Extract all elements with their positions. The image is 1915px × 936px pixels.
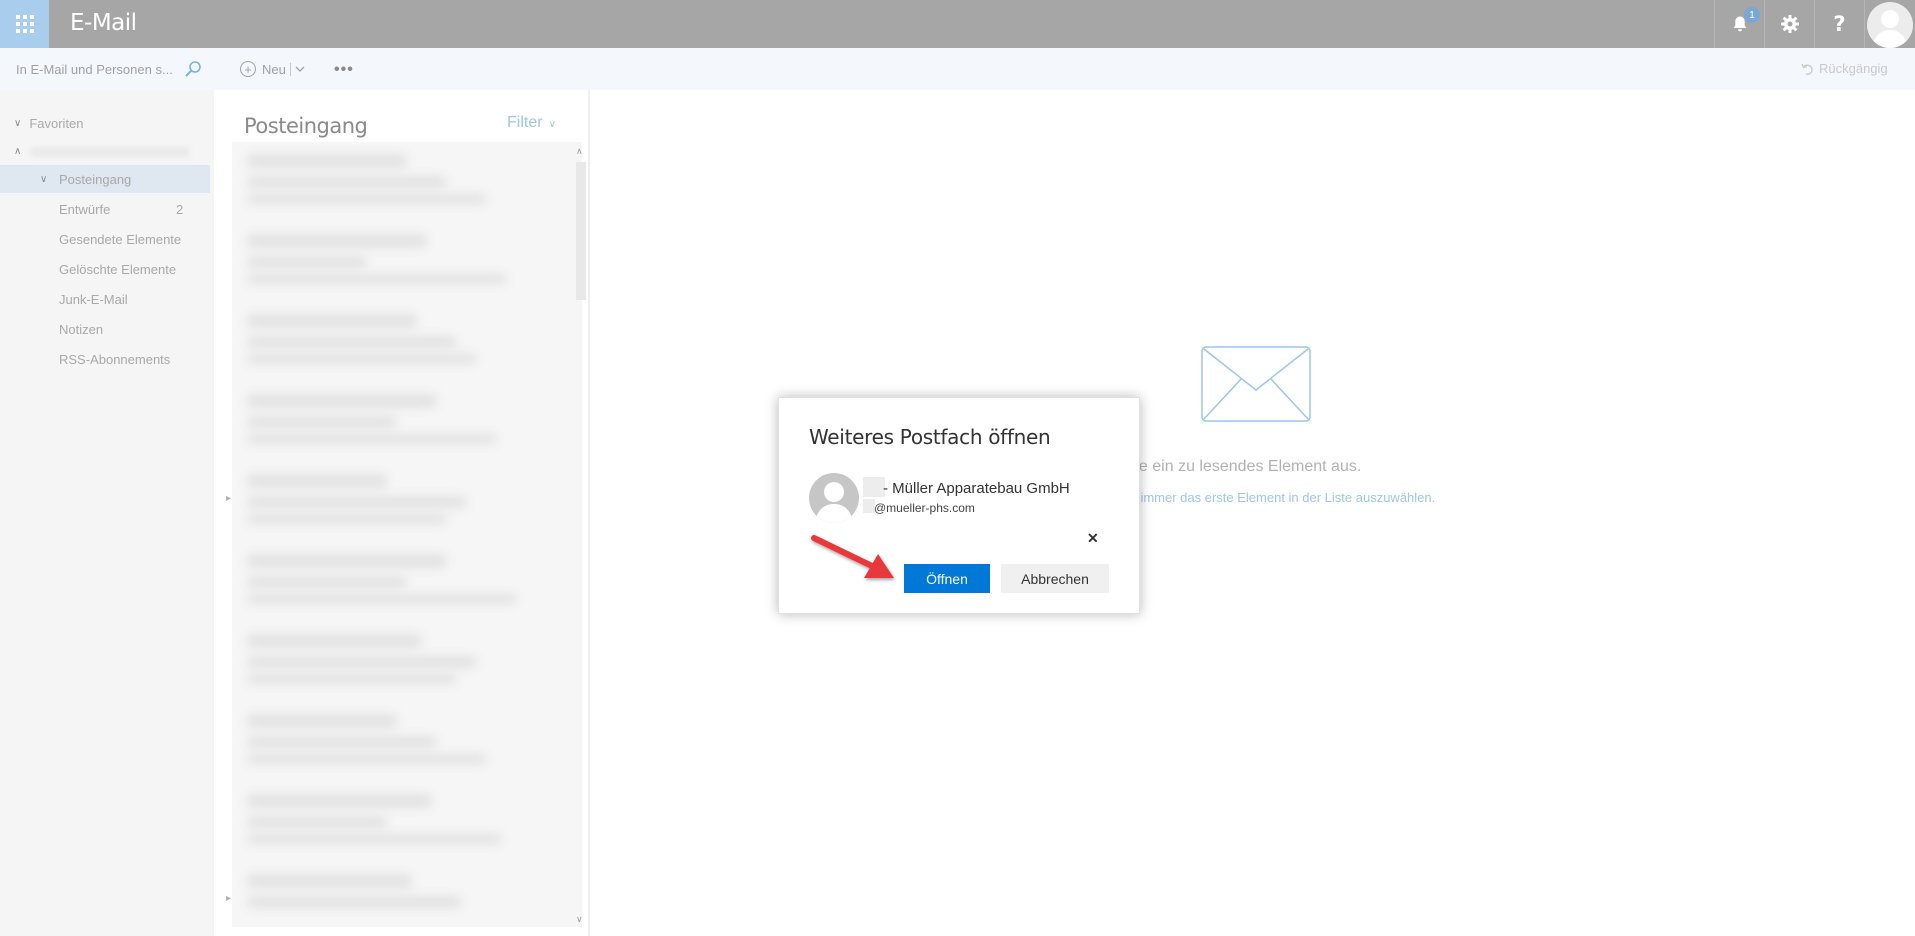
app-launcher-button[interactable] bbox=[0, 0, 49, 48]
folder-label: Junk-E-Mail bbox=[59, 291, 128, 307]
dialog-title: Weiteres Postfach öffnen bbox=[809, 425, 1051, 449]
top-bar: E-Mail 1 ? bbox=[0, 0, 1915, 48]
scroll-up-icon[interactable]: ∧ bbox=[576, 146, 583, 157]
more-icon[interactable]: ••• bbox=[334, 61, 354, 79]
list-item[interactable] bbox=[232, 142, 582, 222]
undo-label: Rückgängig bbox=[1819, 61, 1888, 76]
folder-pane: ∨ Favoriten ∧ ∨ Posteingang Entwürfe 2 G… bbox=[0, 90, 214, 936]
plus-circle-icon: + bbox=[240, 61, 256, 77]
user-avatar-icon bbox=[809, 473, 859, 523]
list-item[interactable] bbox=[232, 782, 582, 862]
chevron-down-icon: ∨ bbox=[40, 173, 48, 185]
new-message-button[interactable]: + Neu bbox=[240, 58, 305, 80]
app-launcher-icon bbox=[15, 15, 34, 33]
search-icon[interactable] bbox=[184, 60, 202, 78]
folder-rss[interactable]: RSS-Abonnements bbox=[0, 345, 210, 373]
user-avatar-icon bbox=[1867, 2, 1913, 48]
expand-pane-icon[interactable]: ▸ bbox=[226, 893, 231, 904]
search-input[interactable]: In E-Mail und Personen s... bbox=[0, 48, 210, 90]
gear-icon bbox=[1780, 15, 1799, 33]
favorites-label: Favoriten bbox=[29, 115, 84, 131]
folder-count: 2 bbox=[176, 201, 184, 217]
help-button[interactable]: ? bbox=[1814, 0, 1864, 48]
favorites-header[interactable]: ∨ Favoriten bbox=[0, 109, 210, 137]
mailbox-email: @mueller-phs.com bbox=[874, 501, 975, 515]
filter-button[interactable]: Filter ∨ bbox=[507, 114, 556, 132]
list-item[interactable] bbox=[232, 622, 582, 702]
folder-notes[interactable]: Notizen bbox=[0, 315, 210, 343]
message-list-scrollbar[interactable]: ∧ ∨ bbox=[574, 146, 588, 926]
chevron-up-icon: ∧ bbox=[14, 145, 22, 157]
message-list: Posteingang Filter ∨ bbox=[214, 90, 590, 936]
folder-label: Gesendete Elemente bbox=[59, 231, 182, 247]
annotation-arrow bbox=[811, 535, 894, 578]
message-list-body bbox=[232, 142, 582, 927]
folder-inbox-label: Posteingang bbox=[59, 171, 132, 187]
undo-button[interactable]: Rückgängig bbox=[1800, 61, 1888, 76]
settings-button[interactable] bbox=[1764, 0, 1814, 48]
folder-label: Entwürfe bbox=[59, 201, 111, 217]
list-item[interactable] bbox=[232, 542, 582, 622]
app-title: E-Mail bbox=[70, 10, 137, 36]
empty-state-link[interactable]: m immer das erste Element in der Liste a… bbox=[1126, 490, 1435, 505]
new-label: Neu bbox=[262, 61, 286, 77]
envelope-icon bbox=[1201, 346, 1311, 422]
folder-label: Notizen bbox=[59, 321, 104, 337]
name-redacted bbox=[863, 477, 885, 497]
folder-label: Gelöschte Elemente bbox=[59, 261, 177, 277]
scrollbar-thumb[interactable] bbox=[576, 162, 586, 300]
scroll-down-icon[interactable]: ∨ bbox=[576, 914, 583, 925]
folder-junk[interactable]: Junk-E-Mail bbox=[0, 285, 210, 313]
account-button[interactable] bbox=[1864, 0, 1915, 48]
list-item[interactable] bbox=[232, 702, 582, 782]
account-header[interactable]: ∧ bbox=[0, 137, 210, 165]
list-item[interactable] bbox=[232, 302, 582, 382]
folder-sent[interactable]: Gesendete Elemente bbox=[0, 225, 210, 253]
expand-pane-icon[interactable]: ▸ bbox=[226, 493, 231, 504]
folder-drafts[interactable]: Entwürfe 2 bbox=[0, 195, 210, 223]
open-button[interactable]: Öffnen bbox=[904, 564, 990, 593]
account-name-redacted bbox=[30, 147, 190, 157]
list-item[interactable] bbox=[232, 382, 582, 462]
notification-badge: 1 bbox=[1744, 7, 1760, 23]
search-placeholder: In E-Mail und Personen s... bbox=[16, 61, 173, 77]
mailbox-name: - Müller Apparatebau GmbH bbox=[883, 480, 1070, 497]
folder-inbox[interactable]: ∨ Posteingang bbox=[0, 165, 210, 193]
chevron-down-icon: ∨ bbox=[548, 119, 556, 130]
notifications-button[interactable]: 1 bbox=[1714, 0, 1764, 48]
help-icon: ? bbox=[1833, 12, 1846, 36]
undo-icon bbox=[1801, 63, 1813, 75]
new-divider bbox=[289, 62, 291, 76]
list-item[interactable] bbox=[232, 862, 582, 927]
folder-deleted[interactable]: Gelöschte Elemente bbox=[0, 255, 210, 283]
list-item[interactable] bbox=[232, 222, 582, 302]
list-item[interactable] bbox=[232, 462, 582, 542]
folder-label: RSS-Abonnements bbox=[59, 351, 171, 367]
close-icon[interactable]: ✕ bbox=[1087, 530, 1099, 547]
cancel-button[interactable]: Abbrechen bbox=[1001, 564, 1109, 593]
command-bar: In E-Mail und Personen s... + Neu ••• Rü… bbox=[0, 48, 1915, 90]
chevron-down-icon: ∨ bbox=[14, 117, 22, 129]
list-title: Posteingang bbox=[244, 114, 368, 138]
chevron-down-icon[interactable] bbox=[295, 64, 305, 74]
filter-label: Filter bbox=[507, 114, 543, 131]
